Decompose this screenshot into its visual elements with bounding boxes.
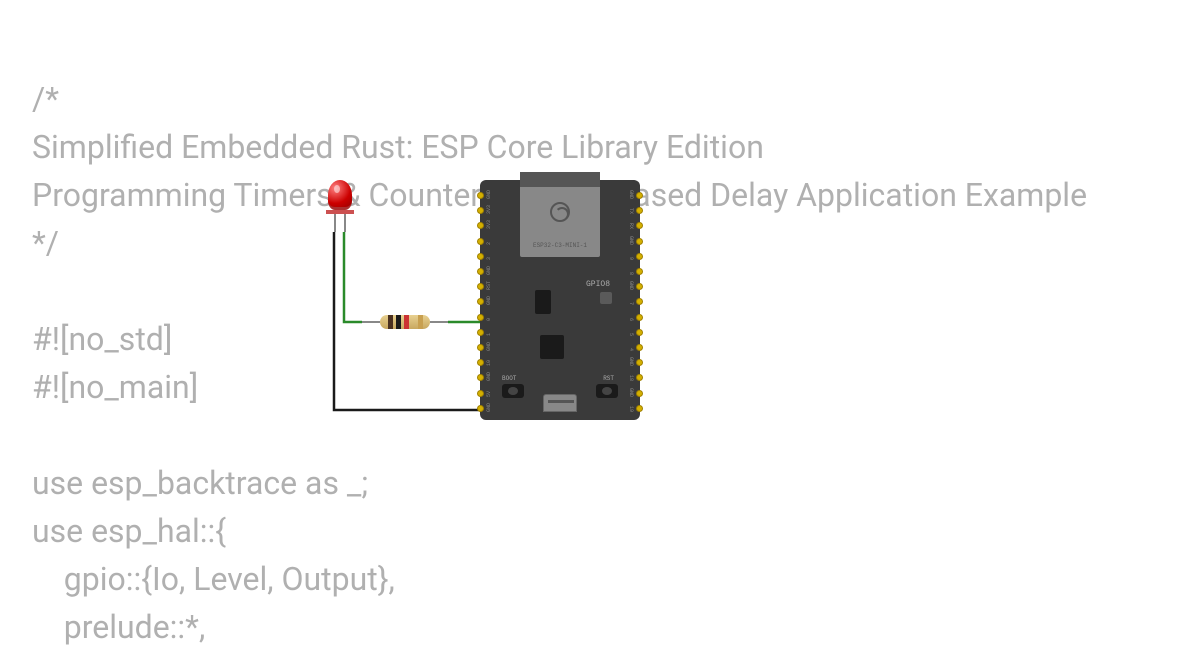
led-cathode-leg (334, 214, 336, 232)
pin-right-label-11: GND (628, 357, 634, 366)
pin-right-label-3: GND (628, 236, 634, 245)
pin-left-13 (477, 390, 484, 397)
pin-right-5 (636, 268, 643, 275)
pin-left-12 (477, 374, 484, 381)
pin-left-9 (477, 329, 484, 336)
pin-right-8 (636, 314, 643, 321)
resistor-component (380, 315, 430, 329)
resistor-band-3 (404, 315, 409, 329)
pin-right-label-9: 5 (628, 333, 634, 336)
boot-button[interactable] (502, 384, 524, 398)
pin-right-0 (636, 192, 643, 199)
pin-right-label-6: GND (628, 281, 634, 290)
espressif-logo-icon (550, 202, 570, 222)
circuit-diagram: ESP32-C3-MINI-1 GPIO8 BOOT RST GND 3V3 3V3… (320, 180, 660, 440)
pin-right-7 (636, 298, 643, 305)
pin-right-label-0: GND (628, 190, 634, 199)
pin-left-4 (477, 253, 484, 260)
led-anode-leg (344, 214, 346, 232)
pin-right-label-5: 8 (628, 272, 634, 275)
pin-left-label-11: 10 (486, 360, 492, 366)
esp32-board: ESP32-C3-MINI-1 GPIO8 BOOT RST GND 3V3 3V3… (480, 180, 640, 420)
resistor-band-2 (396, 315, 401, 329)
pin-left-label-13: 5V (486, 391, 492, 397)
usb-connector (543, 394, 577, 412)
pin-left-label-12: GND (486, 372, 492, 381)
code-line-4: */ (32, 224, 59, 262)
boot-button-label: BOOT (502, 375, 516, 382)
pin-left-label-1: 3V3 (486, 205, 492, 214)
pin-left-label-2: 3V3 (486, 220, 492, 229)
code-line-2: Simplified Embedded Rust: ESP Core Libra… (32, 128, 764, 166)
pin-right-12 (636, 374, 643, 381)
pin-left-label-9: 1 (486, 333, 492, 336)
code-line-12: prelude::*, (32, 608, 205, 646)
pin-right-4 (636, 253, 643, 260)
regulator-chip (535, 290, 551, 314)
pin-left-10 (477, 344, 484, 351)
pin-left-label-10: GND (486, 342, 492, 351)
code-line-7: #![no_main] (32, 368, 198, 406)
pin-left-label-0: GND (486, 190, 492, 199)
pin-left-label-14: GND (486, 403, 492, 412)
pin-left-label-8: 0 (486, 318, 492, 321)
pin-right-1 (636, 207, 643, 214)
pin-right-9 (636, 329, 643, 336)
pin-right-14 (636, 405, 643, 412)
pin-left-8 (477, 314, 484, 321)
pin-right-6 (636, 283, 643, 290)
pin-right-label-12: 18 (628, 375, 634, 381)
pin-left-5 (477, 268, 484, 275)
pin-right-10 (636, 344, 643, 351)
pin-left-2 (477, 222, 484, 229)
pin-left-6 (477, 283, 484, 290)
pin-left-1 (477, 207, 484, 214)
pin-left-label-6: RST (486, 281, 492, 290)
pin-left-label-3: 2 (486, 242, 492, 245)
led-bulb (328, 180, 352, 210)
pin-right-label-10: 4 (628, 348, 634, 351)
pin-left-label-5: GND (486, 266, 492, 275)
pin-right-3 (636, 238, 643, 245)
pin-right-label-7: 7 (628, 302, 634, 305)
reset-button[interactable] (596, 384, 618, 398)
usb-controller-chip (540, 335, 564, 359)
pin-left-0 (477, 192, 484, 199)
gpio8-text-label: GPIO8 (586, 280, 610, 289)
pin-right-label-14: 19 (628, 406, 634, 412)
esp32-chip-module: ESP32-C3-MINI-1 (520, 172, 600, 257)
led-component (328, 180, 354, 214)
pin-right-label-1: TX (628, 208, 634, 214)
code-line-10: use esp_hal::{ (32, 512, 226, 550)
resistor-band-4 (418, 315, 423, 329)
pin-right-13 (636, 390, 643, 397)
pin-left-7 (477, 298, 484, 305)
pin-right-label-4: 9 (628, 257, 634, 260)
gpio8-led-indicator (600, 292, 612, 304)
code-line-1: /* (32, 80, 59, 118)
resistor-band-1 (388, 315, 393, 329)
pin-right-label-13: GND (628, 388, 634, 397)
pin-left-14 (477, 405, 484, 412)
pin-right-label-8: 6 (628, 318, 634, 321)
pin-left-label-4: 3 (486, 257, 492, 260)
pin-left-3 (477, 238, 484, 245)
chip-name-label: ESP32-C3-MINI-1 (520, 242, 600, 249)
code-line-6: #![no_std] (32, 320, 172, 358)
pin-right-label-2: RX (628, 223, 634, 229)
pin-right-11 (636, 359, 643, 366)
pin-left-label-7: GND (486, 296, 492, 305)
rst-button-label: RST (603, 375, 614, 382)
code-line-11: gpio::{Io, Level, Output}, (32, 560, 395, 598)
led-base (326, 210, 354, 214)
pin-left-11 (477, 359, 484, 366)
antenna (520, 172, 600, 187)
pin-right-2 (636, 222, 643, 229)
code-line-9: use esp_backtrace as _; (32, 464, 368, 502)
